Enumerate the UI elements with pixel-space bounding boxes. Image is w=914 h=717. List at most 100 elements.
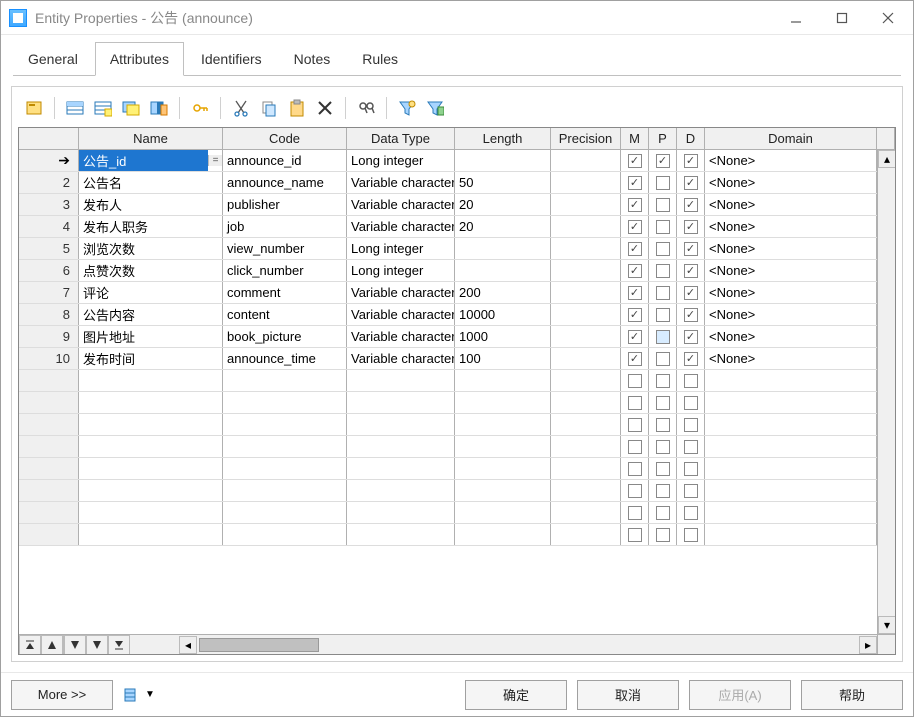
primary-checkbox[interactable] bbox=[656, 352, 670, 366]
primary-cell[interactable] bbox=[649, 238, 677, 259]
length-cell[interactable]: 10000 bbox=[455, 304, 551, 325]
precision-cell[interactable] bbox=[551, 304, 621, 325]
domain-cell[interactable] bbox=[705, 524, 877, 545]
displayed-cell[interactable] bbox=[677, 194, 705, 215]
row-number[interactable]: 5 bbox=[19, 238, 79, 259]
mandatory-cell[interactable] bbox=[621, 414, 649, 435]
name-cell[interactable] bbox=[79, 370, 223, 391]
primary-cell[interactable] bbox=[649, 304, 677, 325]
precision-cell[interactable] bbox=[551, 414, 621, 435]
code-cell[interactable]: job bbox=[223, 216, 347, 237]
length-cell[interactable] bbox=[455, 502, 551, 523]
displayed-checkbox[interactable] bbox=[684, 154, 698, 168]
row-number[interactable] bbox=[19, 502, 79, 523]
displayed-checkbox[interactable] bbox=[684, 374, 698, 388]
domain-cell[interactable] bbox=[705, 414, 877, 435]
displayed-cell[interactable] bbox=[677, 414, 705, 435]
precision-cell[interactable] bbox=[551, 282, 621, 303]
datatype-cell[interactable]: Variable characters bbox=[347, 194, 455, 215]
minimize-button[interactable] bbox=[773, 2, 819, 34]
mandatory-checkbox[interactable] bbox=[628, 374, 642, 388]
row-number[interactable]: ➔ bbox=[19, 150, 79, 171]
displayed-cell[interactable] bbox=[677, 260, 705, 281]
name-cell[interactable] bbox=[79, 480, 223, 501]
table-row[interactable] bbox=[19, 458, 877, 480]
displayed-checkbox[interactable] bbox=[684, 286, 698, 300]
row-number[interactable] bbox=[19, 370, 79, 391]
grid-body[interactable]: ➔公告_id=announce_idLong integer<None>2公告名… bbox=[19, 150, 877, 634]
col-length[interactable]: Length bbox=[455, 128, 551, 149]
col-code[interactable]: Code bbox=[223, 128, 347, 149]
row-number[interactable]: 7 bbox=[19, 282, 79, 303]
code-cell[interactable]: click_number bbox=[223, 260, 347, 281]
name-cell[interactable]: 公告名 bbox=[79, 172, 223, 193]
name-cell[interactable]: 图片地址 bbox=[79, 326, 223, 347]
scroll-down-icon[interactable]: ▾ bbox=[878, 616, 895, 634]
mandatory-checkbox[interactable] bbox=[628, 264, 642, 278]
col-d[interactable]: D bbox=[677, 128, 705, 149]
datatype-cell[interactable] bbox=[347, 480, 455, 501]
table-row[interactable]: 10发布时间announce_timeVariable characters10… bbox=[19, 348, 877, 370]
filter-icon[interactable] bbox=[395, 96, 419, 120]
primary-cell[interactable] bbox=[649, 260, 677, 281]
mandatory-cell[interactable] bbox=[621, 326, 649, 347]
displayed-cell[interactable] bbox=[677, 348, 705, 369]
primary-cell[interactable] bbox=[649, 414, 677, 435]
tab-attributes[interactable]: Attributes bbox=[95, 42, 184, 76]
displayed-checkbox[interactable] bbox=[684, 440, 698, 454]
primary-cell[interactable] bbox=[649, 216, 677, 237]
row-number[interactable] bbox=[19, 458, 79, 479]
displayed-cell[interactable] bbox=[677, 238, 705, 259]
length-cell[interactable] bbox=[455, 436, 551, 457]
displayed-cell[interactable] bbox=[677, 392, 705, 413]
datatype-cell[interactable] bbox=[347, 502, 455, 523]
mandatory-checkbox[interactable] bbox=[628, 308, 642, 322]
domain-cell[interactable]: <None> bbox=[705, 194, 877, 215]
length-cell[interactable] bbox=[455, 480, 551, 501]
mandatory-checkbox[interactable] bbox=[628, 220, 642, 234]
datatype-cell[interactable] bbox=[347, 414, 455, 435]
precision-cell[interactable] bbox=[551, 502, 621, 523]
displayed-checkbox[interactable] bbox=[684, 198, 698, 212]
table-row[interactable]: 5浏览次数view_numberLong integer<None> bbox=[19, 238, 877, 260]
scroll-left-icon[interactable]: ◂ bbox=[179, 636, 197, 654]
domain-cell[interactable] bbox=[705, 436, 877, 457]
displayed-checkbox[interactable] bbox=[684, 242, 698, 256]
domain-cell[interactable]: <None> bbox=[705, 150, 877, 171]
domain-cell[interactable] bbox=[705, 370, 877, 391]
name-cell[interactable] bbox=[79, 436, 223, 457]
length-cell[interactable] bbox=[455, 414, 551, 435]
row-number[interactable]: 2 bbox=[19, 172, 79, 193]
table-row[interactable]: 3发布人publisherVariable characters20<None> bbox=[19, 194, 877, 216]
code-cell[interactable]: announce_name bbox=[223, 172, 347, 193]
primary-cell[interactable] bbox=[649, 524, 677, 545]
add-columns-icon[interactable] bbox=[147, 96, 171, 120]
code-cell[interactable]: view_number bbox=[223, 238, 347, 259]
precision-cell[interactable] bbox=[551, 216, 621, 237]
primary-cell[interactable] bbox=[649, 348, 677, 369]
row-number[interactable] bbox=[19, 480, 79, 501]
primary-checkbox[interactable] bbox=[656, 374, 670, 388]
displayed-checkbox[interactable] bbox=[684, 176, 698, 190]
scroll-up-icon[interactable]: ▴ bbox=[878, 150, 895, 168]
displayed-checkbox[interactable] bbox=[684, 308, 698, 322]
code-cell[interactable]: publisher bbox=[223, 194, 347, 215]
datatype-cell[interactable]: Variable characters bbox=[347, 304, 455, 325]
col-name[interactable]: Name bbox=[79, 128, 223, 149]
precision-cell[interactable] bbox=[551, 370, 621, 391]
displayed-checkbox[interactable] bbox=[684, 396, 698, 410]
table-row[interactable]: 2公告名announce_nameVariable characters50<N… bbox=[19, 172, 877, 194]
mandatory-cell[interactable] bbox=[621, 260, 649, 281]
precision-cell[interactable] bbox=[551, 524, 621, 545]
table-row[interactable]: 6点赞次数click_numberLong integer<None> bbox=[19, 260, 877, 282]
domain-cell[interactable] bbox=[705, 392, 877, 413]
code-cell[interactable] bbox=[223, 370, 347, 391]
delete-icon[interactable] bbox=[313, 96, 337, 120]
primary-cell[interactable] bbox=[649, 282, 677, 303]
primary-cell[interactable] bbox=[649, 172, 677, 193]
tab-general[interactable]: General bbox=[13, 42, 93, 76]
datatype-cell[interactable] bbox=[347, 458, 455, 479]
length-cell[interactable]: 100 bbox=[455, 348, 551, 369]
primary-cell[interactable] bbox=[649, 392, 677, 413]
datatype-cell[interactable]: Long integer bbox=[347, 150, 455, 171]
